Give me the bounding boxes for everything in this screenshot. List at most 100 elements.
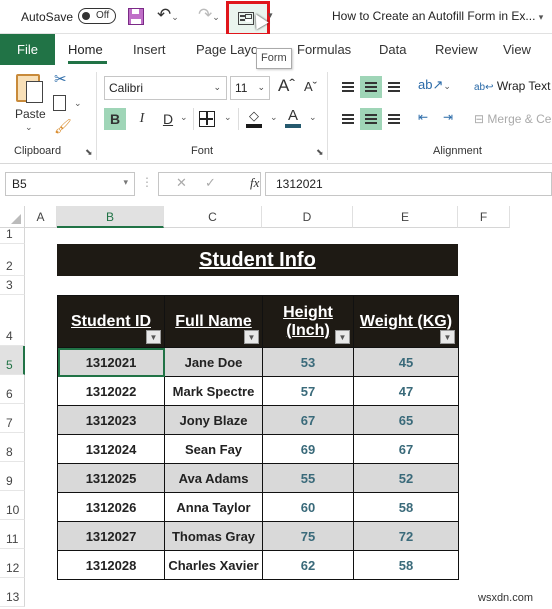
row-header-4[interactable]: 4 — [0, 295, 25, 346]
cell-full-name[interactable]: Thomas Gray — [164, 521, 263, 551]
cell-height[interactable]: 69 — [262, 434, 354, 464]
formula-input[interactable]: 1312021 — [265, 172, 552, 196]
decrease-font-size-icon[interactable]: Aˇ — [304, 79, 317, 94]
cell-weight[interactable]: 52 — [353, 463, 459, 493]
cell-height[interactable]: 62 — [262, 550, 354, 580]
column-header-a[interactable]: A — [25, 206, 57, 228]
font-name-select[interactable]: Calibri ⌄ — [104, 76, 227, 100]
cell-student-id[interactable]: 1312022 — [57, 376, 165, 406]
paste-button[interactable]: Paste — [15, 107, 46, 121]
font-color-icon[interactable]: A — [288, 107, 298, 124]
row-header-9[interactable]: 9 — [0, 462, 25, 491]
tab-view[interactable]: View — [503, 42, 531, 57]
column-header-c[interactable]: C — [164, 206, 262, 228]
cell-weight[interactable]: 65 — [353, 405, 459, 435]
cancel-icon[interactable]: ✕ — [176, 175, 187, 191]
borders-icon[interactable] — [199, 111, 215, 127]
tab-data[interactable]: Data — [379, 42, 406, 57]
column-header-b[interactable]: B — [57, 206, 164, 228]
cell-student-id[interactable]: 1312024 — [57, 434, 165, 464]
row-header-1[interactable]: 1 — [0, 227, 25, 244]
middle-align-button[interactable] — [360, 76, 382, 98]
cell-full-name[interactable]: Ava Adams — [164, 463, 263, 493]
row-header-13[interactable]: 13 — [0, 578, 25, 607]
align-center-button[interactable] — [360, 108, 382, 130]
header-full-name[interactable]: Full Name ▼ — [164, 295, 263, 348]
copy-dropdown-icon[interactable]: ⌄ — [74, 98, 82, 109]
merge-center-button[interactable]: ⊟ Merge & Ce — [474, 112, 551, 126]
tab-formulas[interactable]: Formulas — [297, 42, 351, 57]
column-header-f[interactable]: F — [458, 206, 510, 228]
decrease-indent-icon[interactable]: ⇤ — [418, 110, 428, 124]
header-height[interactable]: Height (Inch) ▼ — [262, 295, 354, 348]
row-header-7[interactable]: 7 — [0, 404, 25, 433]
cell-weight[interactable]: 58 — [353, 550, 459, 580]
cell-full-name[interactable]: Anna Taylor — [164, 492, 263, 522]
row-header-8[interactable]: 8 — [0, 433, 25, 462]
tab-home[interactable]: Home — [68, 42, 103, 57]
select-all-button[interactable] — [0, 206, 25, 228]
bottom-align-button[interactable] — [383, 76, 405, 98]
row-header-6[interactable]: 6 — [0, 375, 25, 404]
font-size-select[interactable]: 11 ⌄ — [230, 76, 270, 100]
font-launcher-icon[interactable]: ⬊ — [316, 147, 324, 158]
cell-weight[interactable]: 67 — [353, 434, 459, 464]
fill-color-dropdown-icon[interactable]: ⌄ — [270, 112, 278, 123]
cell-height[interactable]: 75 — [262, 521, 354, 551]
cell-full-name[interactable]: Mark Spectre — [164, 376, 263, 406]
insert-function-icon[interactable]: fx — [250, 175, 259, 191]
underline-dropdown-icon[interactable]: ⌄ — [180, 112, 188, 123]
italic-button[interactable]: I — [131, 108, 153, 130]
cell-student-id[interactable]: 1312027 — [57, 521, 165, 551]
cell-student-id[interactable]: 1312028 — [57, 550, 165, 580]
paste-dropdown-icon[interactable]: ⌄ — [25, 122, 33, 133]
font-color-dropdown-icon[interactable]: ⌄ — [309, 112, 317, 123]
filter-dropdown-icon[interactable]: ▼ — [440, 330, 455, 344]
undo-icon[interactable]: ↶⌄ — [157, 5, 179, 25]
cell-weight[interactable]: 58 — [353, 492, 459, 522]
tab-page-layout[interactable]: Page Layo — [196, 42, 258, 57]
cell-student-id[interactable]: 1312023 — [57, 405, 165, 435]
cell-full-name[interactable]: Charles Xavier — [164, 550, 263, 580]
cell-weight[interactable]: 47 — [353, 376, 459, 406]
cut-icon[interactable]: ✂ — [54, 70, 67, 88]
tab-insert[interactable]: Insert — [133, 42, 166, 57]
save-icon[interactable] — [128, 8, 144, 25]
enter-icon[interactable]: ✓ — [205, 175, 216, 191]
cell-weight[interactable]: 72 — [353, 521, 459, 551]
borders-dropdown-icon[interactable]: ⌄ — [224, 112, 232, 123]
formula-bar-grip-icon[interactable]: ⋮ — [141, 175, 153, 189]
align-right-button[interactable] — [383, 108, 405, 130]
cell-height[interactable]: 60 — [262, 492, 354, 522]
paste-icon[interactable] — [16, 74, 43, 103]
column-header-d[interactable]: D — [262, 206, 353, 228]
cell-height[interactable]: 53 — [262, 347, 354, 377]
filter-dropdown-icon[interactable]: ▼ — [146, 330, 161, 344]
copy-icon[interactable] — [53, 95, 66, 111]
row-header-3[interactable]: 3 — [0, 276, 25, 295]
row-header-2[interactable]: 2 — [0, 244, 25, 276]
cell-full-name[interactable]: Jane Doe — [164, 347, 263, 377]
cell-student-id[interactable]: 1312026 — [57, 492, 165, 522]
increase-font-size-icon[interactable]: Aˆ — [278, 76, 295, 96]
cell-full-name[interactable]: Sean Fay — [164, 434, 263, 464]
orientation-icon[interactable]: ab↗⌄ — [418, 77, 451, 93]
tab-file[interactable]: File — [0, 34, 55, 65]
sheet-title[interactable]: Student Info — [57, 244, 458, 276]
format-painter-icon[interactable]: 🖌 — [54, 118, 72, 135]
customize-qat-icon[interactable]: ▾ — [268, 10, 273, 21]
clipboard-launcher-icon[interactable]: ⬊ — [85, 147, 93, 158]
cell-full-name[interactable]: Jony Blaze — [164, 405, 263, 435]
header-student-id[interactable]: Student ID ▼ — [57, 295, 165, 348]
align-left-button[interactable] — [337, 108, 359, 130]
cell-height[interactable]: 57 — [262, 376, 354, 406]
underline-button[interactable]: D — [157, 108, 179, 130]
name-box[interactable]: B5 ▾ — [5, 172, 135, 196]
cell-student-id[interactable]: 1312021 — [57, 347, 165, 377]
cell-height[interactable]: 55 — [262, 463, 354, 493]
filter-dropdown-icon[interactable]: ▼ — [335, 330, 350, 344]
row-header-11[interactable]: 11 — [0, 520, 25, 549]
fill-color-icon[interactable]: ◇ — [249, 108, 259, 124]
wrap-text-button[interactable]: ab↩ Wrap Text — [474, 79, 550, 93]
cell-student-id[interactable]: 1312025 — [57, 463, 165, 493]
